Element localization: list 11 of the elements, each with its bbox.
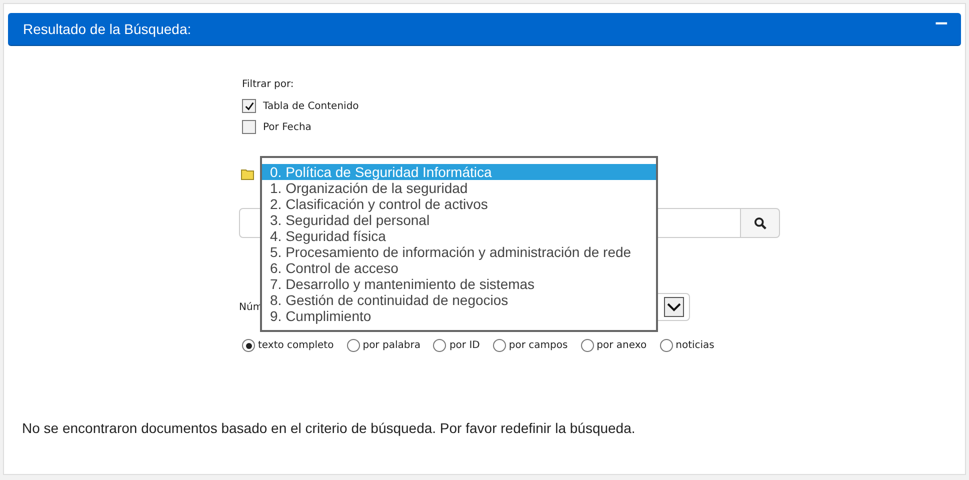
radio-label: por campos — [508, 340, 568, 351]
checkbox-label: Tabla de Contenido — [263, 100, 359, 112]
filter-label: Filtrar por: — [242, 79, 295, 90]
panel-title: Resultado de la Búsqueda: — [23, 21, 192, 37]
radio-label: por palabra — [362, 340, 420, 351]
radio-label: por ID — [449, 340, 480, 351]
radio-label: noticias — [676, 340, 714, 351]
no-results-message: No se encontraron documentos basado en el criterio de búsqueda. Por favor redefinir la búsqueda. — [22, 420, 636, 436]
radio-label: por anexo — [596, 340, 647, 351]
radio-label: texto completo — [258, 340, 334, 351]
checkbox-label: Por Fecha — [263, 122, 312, 132]
